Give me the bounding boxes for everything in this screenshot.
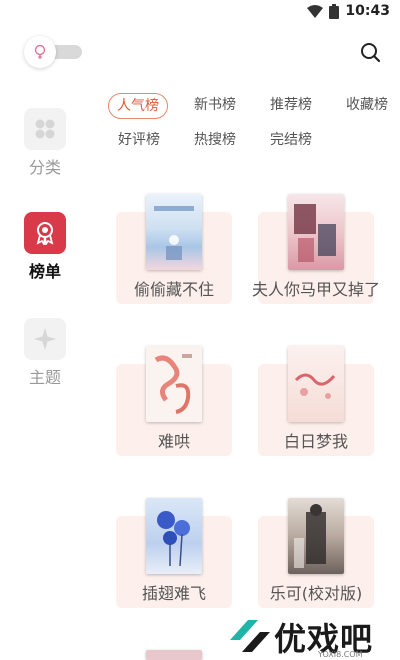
tab-collected[interactable]: 收藏榜 xyxy=(338,93,396,119)
book-cover xyxy=(146,650,202,660)
book-cover xyxy=(146,498,202,574)
ribbon-badge-icon xyxy=(24,212,66,254)
grid-icon xyxy=(24,108,66,150)
book-cover xyxy=(288,194,344,270)
tab-completed[interactable]: 完结榜 xyxy=(262,128,320,154)
battery-icon xyxy=(329,3,340,19)
book-title: 夫人你马甲又掉了 xyxy=(251,280,380,299)
book-title: 插翅难飞 xyxy=(141,584,206,603)
book-cover xyxy=(288,346,344,422)
sidebar-item-label: 分类 xyxy=(28,158,61,177)
tab-new[interactable]: 新书榜 xyxy=(186,93,244,119)
book-title: 白日梦我 xyxy=(283,432,348,451)
book-cover xyxy=(146,346,202,422)
tab-hot-search[interactable]: 热搜榜 xyxy=(186,128,244,154)
sidebar-item-label: 主题 xyxy=(28,368,61,387)
sidebar-item-label: 榜单 xyxy=(28,262,61,281)
book-title: 偷偷藏不住 xyxy=(133,280,214,299)
toggle-knob xyxy=(24,36,56,68)
watermark-subtext: YOXI8.COM xyxy=(318,650,363,659)
book-cover xyxy=(288,498,344,574)
tab-praised[interactable]: 好评榜 xyxy=(110,128,168,154)
wifi-icon xyxy=(307,4,324,18)
status-bar: 10:43 xyxy=(0,0,400,26)
tab-recommended[interactable]: 推荐榜 xyxy=(262,93,320,119)
book-cover xyxy=(146,194,202,270)
search-button[interactable] xyxy=(358,40,384,66)
book-title: 乐可(校对版) xyxy=(269,584,363,603)
compass-star-icon xyxy=(24,318,66,360)
lightbulb-icon xyxy=(34,44,46,59)
tab-popular[interactable]: 人气榜 xyxy=(108,93,168,119)
watermark-emblem-icon xyxy=(230,620,270,652)
theme-toggle[interactable] xyxy=(24,36,82,68)
search-icon xyxy=(361,43,381,63)
status-time: 10:43 xyxy=(345,3,390,19)
watermark-logo: 优戏吧 YOXI8.COM xyxy=(222,612,400,660)
book-title: 难哄 xyxy=(157,432,190,451)
